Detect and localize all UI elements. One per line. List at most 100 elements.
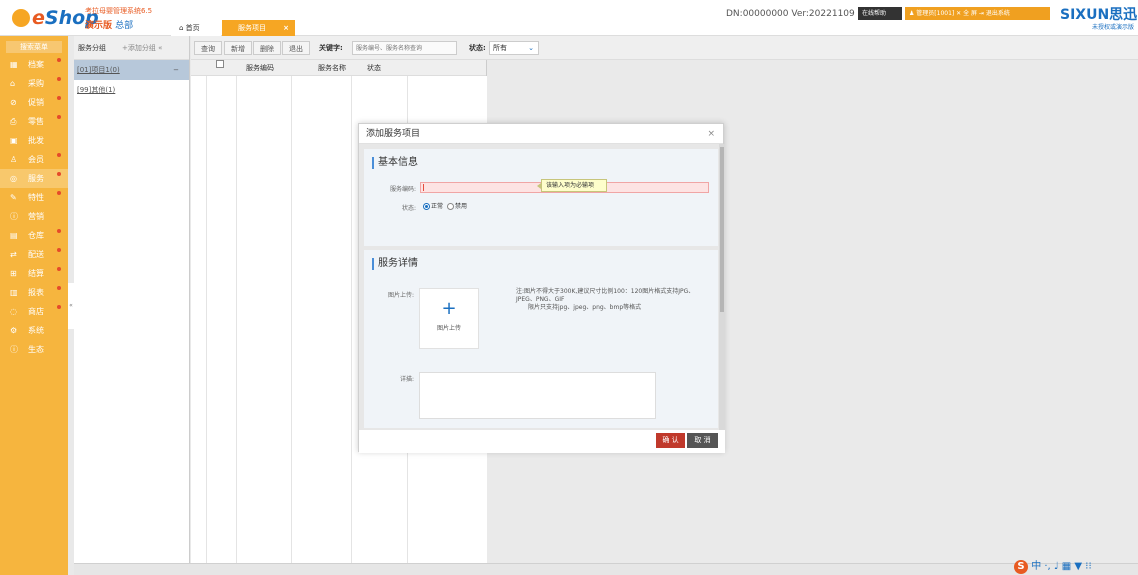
notify-dot (57, 229, 61, 233)
col-service-code[interactable]: 服务编码 (246, 60, 274, 76)
sidebar-item-purchase[interactable]: ⌂ 采购 (0, 74, 68, 93)
tree-node-project1[interactable]: [01]项目1(0) − (74, 60, 189, 80)
home-icon: ⌂ (179, 24, 186, 32)
sidebar-item-warehouse[interactable]: ▤ 仓库 (0, 226, 68, 245)
tree-node-other[interactable]: [99]其他(1) (74, 80, 189, 100)
service-detail-title: 服务详情 (372, 258, 418, 270)
tab-service[interactable]: 服务项目 × (222, 20, 295, 36)
sidebar-item-feature[interactable]: ✎ 特性 (0, 188, 68, 207)
sidebar-item-delivery[interactable]: ⇄ 配送 (0, 245, 68, 264)
dialog-body: 基本信息 服务编码: 该输入项为必输项 状态: 正常 禁用 服务详情 图片上传:… (359, 144, 725, 430)
feature-icon: ✎ (10, 193, 17, 202)
sidebar-item-report[interactable]: ▥ 报表 (0, 283, 68, 302)
sogou-ime-icon[interactable]: S (1014, 560, 1028, 574)
bottom-scrollbar[interactable] (74, 563, 1138, 575)
ime-tray[interactable]: 中 ·, ♩ ▦ ▼ ⁝⁝ (1031, 561, 1091, 572)
status-label: 状态: (469, 44, 486, 52)
product-name: 考拉母婴管理系统6.5 (85, 7, 153, 15)
tree-title: 服务分组 (78, 44, 106, 52)
warehouse-icon: ▤ (10, 231, 18, 240)
tab-close-icon[interactable]: × (283, 20, 289, 36)
marketing-icon: ⓘ (10, 212, 18, 221)
status-field-label: 状态: (401, 205, 416, 212)
notify-dot (57, 286, 61, 290)
sidebar-item-marketing[interactable]: ⓘ 营销 (0, 207, 68, 226)
service-icon: ◎ (10, 174, 17, 183)
sidebar-item-promotion[interactable]: ⊘ 促销 (0, 93, 68, 112)
sidebar-item-retail[interactable]: ⎙ 零售 (0, 112, 68, 131)
notify-dot (57, 191, 61, 195)
tree-header: 服务分组 +添加分组 « (74, 36, 189, 60)
tab-home[interactable]: ⌂ 首页 (171, 20, 221, 36)
select-all-checkbox[interactable] (216, 60, 224, 68)
sidebar-item-archive[interactable]: ▦ 档案 (0, 55, 68, 74)
notify-dot (57, 58, 61, 62)
group-tree-panel: 服务分组 +添加分组 « [01]项目1(0) − [99]其他(1) (74, 36, 190, 575)
detail-label: 详描: (399, 376, 414, 383)
service-code-label: 服务编码: (389, 186, 416, 193)
query-button[interactable]: 查询 (194, 41, 222, 55)
ecology-icon: ⓘ (10, 345, 18, 354)
admin-action-bar[interactable]: ♟ 管理员[1001] ✕ 全 屏 ⇥ 退出系统 (905, 7, 1050, 20)
keyword-label: 关键字: (319, 44, 343, 52)
grid-header: 服务编码 服务名称 状态 (191, 60, 486, 76)
delete-button[interactable]: 删除 (253, 41, 281, 55)
sidebar-item-settlement[interactable]: ⊞ 结算 (0, 264, 68, 283)
chevron-down-icon: ⌄ (528, 44, 534, 52)
sidebar: 搜索菜单 ▦ 档案 ⌂ 采购 ⊘ 促销 ⎙ 零售 ▣ 批发 ♙ 会员 ◎ 服务 ✎ 特性 ⓘ 营销… (0, 36, 68, 575)
archive-icon: ▦ (10, 60, 18, 69)
promotion-icon: ⊘ (10, 98, 17, 107)
collapse-icon[interactable]: « (158, 44, 162, 52)
basic-info-section: 基本信息 服务编码: 该输入项为必输项 状态: 正常 禁用 (364, 149, 718, 246)
toolbar: 查询 新增 删除 退出 关键字: 状态: 所有⌄ (191, 36, 1138, 60)
wholesale-icon: ▣ (10, 136, 18, 145)
exit-button[interactable]: 退出 (282, 41, 310, 55)
search-menu-button[interactable]: 搜索菜单 (6, 41, 62, 53)
keyword-search-input[interactable] (352, 41, 457, 55)
scrollbar-thumb[interactable] (720, 147, 724, 312)
close-icon[interactable]: × (707, 124, 715, 144)
branch-label: 总部 (115, 21, 134, 31)
image-upload-box[interactable]: + 图片上传 (419, 288, 479, 349)
radio-disabled[interactable] (446, 203, 454, 210)
online-help-button[interactable]: 在线帮助 (858, 7, 902, 20)
image-upload-label: 图片上传: (387, 292, 414, 299)
dialog-title: 添加服务项目 × (359, 124, 723, 144)
basic-info-title: 基本信息 (372, 157, 418, 169)
add-button[interactable]: 新增 (224, 41, 252, 55)
sixun-brand-logo: SIXUN思迅 (1060, 7, 1138, 23)
unauthorized-notice: 未授权或演示版 (1091, 24, 1134, 31)
upload-note: 注:图片不得大于300K,建议尺寸比例100：120图片格式支持JPG、JPEG… (516, 288, 695, 311)
collapse-node-icon[interactable]: − (173, 60, 179, 80)
delivery-icon: ⇄ (10, 250, 17, 259)
notify-dot (57, 96, 61, 100)
sidebar-item-ecology[interactable]: ⓘ 生态 (0, 340, 68, 359)
top-header: eShop 考拉母婴管理系统6.5 演示版 总部 ⌂ 首页 服务项目 × DN:0… (0, 0, 1138, 36)
notify-dot (57, 305, 61, 309)
edition-label: 演示版 总部 (85, 21, 134, 31)
col-status[interactable]: 状态 (367, 60, 381, 76)
purchase-icon: ⌂ (10, 79, 16, 88)
cancel-button[interactable]: 取 消 (687, 433, 718, 448)
sidebar-item-wholesale[interactable]: ▣ 批发 (0, 131, 68, 150)
notify-dot (57, 153, 61, 157)
version-info: DN:00000000 Ver:20221109 (726, 9, 855, 19)
sidebar-item-member[interactable]: ♙ 会员 (0, 150, 68, 169)
col-service-name[interactable]: 服务名称 (318, 60, 346, 76)
detail-textarea[interactable] (419, 372, 656, 419)
store-icon: ◌ (10, 307, 17, 316)
eshop-logo: eShop (10, 7, 99, 33)
notify-dot (57, 267, 61, 271)
notify-dot (57, 248, 61, 252)
sidebar-item-service[interactable]: ◎ 服务 (0, 169, 68, 188)
sidebar-item-system[interactable]: ⚙ 系统 (0, 321, 68, 340)
sidebar-item-store[interactable]: ◌ 商店 (0, 302, 68, 321)
confirm-button[interactable]: 确 认 (656, 433, 685, 448)
add-group-button[interactable]: +添加分组 « (122, 36, 162, 60)
radio-normal[interactable] (423, 203, 430, 210)
ime-toolbar[interactable]: S 中 ·, ♩ ▦ ▼ ⁝⁝ (1014, 557, 1092, 574)
status-select[interactable]: 所有 ⌄ (489, 41, 539, 55)
dialog-scrollbar[interactable] (719, 144, 725, 430)
gear-icon: ⚙ (10, 326, 18, 335)
service-detail-section: 服务详情 图片上传: + 图片上传 注:图片不得大于300K,建议尺寸比例100… (364, 250, 718, 428)
